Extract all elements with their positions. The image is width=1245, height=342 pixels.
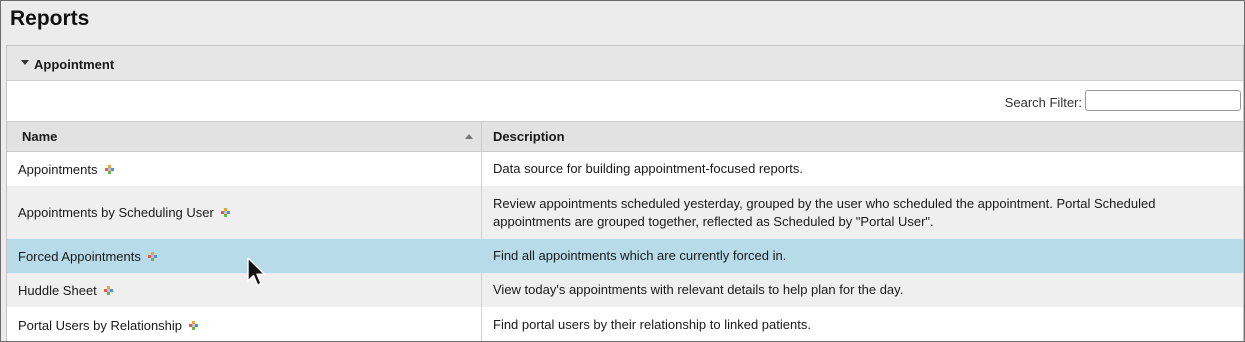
filter-bar: Search Filter: xyxy=(7,81,1243,122)
table-row[interactable]: Appointments by Scheduling User Review a… xyxy=(7,186,1243,239)
sort-ascending-icon[interactable] xyxy=(465,134,473,139)
column-header-name-label: Name xyxy=(22,129,58,144)
search-filter-input[interactable] xyxy=(1085,90,1241,111)
page-title: Reports xyxy=(10,7,90,30)
add-favorite-plus-icon[interactable] xyxy=(104,164,114,174)
cell-name[interactable]: Portal Users by Relationship xyxy=(7,307,482,341)
table-header: Name Description xyxy=(7,122,1243,152)
caret-down-icon[interactable] xyxy=(21,60,29,65)
section-label: Appointment xyxy=(34,57,115,72)
report-name[interactable]: Appointments xyxy=(18,162,98,177)
cell-name[interactable]: Huddle Sheet xyxy=(7,273,482,307)
reports-window: Reports Appointment Search Filter: Name … xyxy=(0,0,1245,342)
report-description: Data source for building appointment-foc… xyxy=(493,161,804,176)
section-header-appointment[interactable]: Appointment xyxy=(7,46,1243,81)
cell-name[interactable]: Appointments by Scheduling User xyxy=(7,186,482,239)
search-filter-label: Search Filter: xyxy=(1004,95,1082,110)
add-favorite-plus-icon[interactable] xyxy=(103,285,113,295)
table-row[interactable]: Appointments Data source for building ap… xyxy=(7,152,1243,186)
report-description: View today's appointments with relevant … xyxy=(493,282,904,297)
table-row-selected[interactable]: Forced Appointments Find all appointment… xyxy=(7,239,1243,273)
column-header-description[interactable]: Description xyxy=(483,122,565,151)
mouse-pointer-icon xyxy=(247,257,266,286)
report-name[interactable]: Forced Appointments xyxy=(18,249,141,264)
report-name[interactable]: Portal Users by Relationship xyxy=(18,318,182,333)
cell-name[interactable]: Appointments xyxy=(7,152,482,186)
table-row[interactable]: Huddle Sheet View today's appointments w… xyxy=(7,273,1243,307)
report-name[interactable]: Appointments by Scheduling User xyxy=(18,205,214,220)
report-name[interactable]: Huddle Sheet xyxy=(18,283,97,298)
add-favorite-plus-icon[interactable] xyxy=(220,208,230,217)
cell-name[interactable]: Forced Appointments xyxy=(7,239,482,273)
report-description: Find all appointments which are currentl… xyxy=(493,248,787,263)
report-description: Find portal users by their relationship … xyxy=(493,317,811,332)
reports-panel: Appointment Search Filter: Name Descript… xyxy=(6,45,1244,341)
column-header-name[interactable]: Name xyxy=(7,122,482,151)
add-favorite-plus-icon[interactable] xyxy=(147,251,157,261)
table-row[interactable]: Portal Users by Relationship Find portal… xyxy=(7,307,1243,341)
add-favorite-plus-icon[interactable] xyxy=(189,320,199,330)
report-description: Review appointments scheduled yesterday,… xyxy=(493,195,1156,229)
